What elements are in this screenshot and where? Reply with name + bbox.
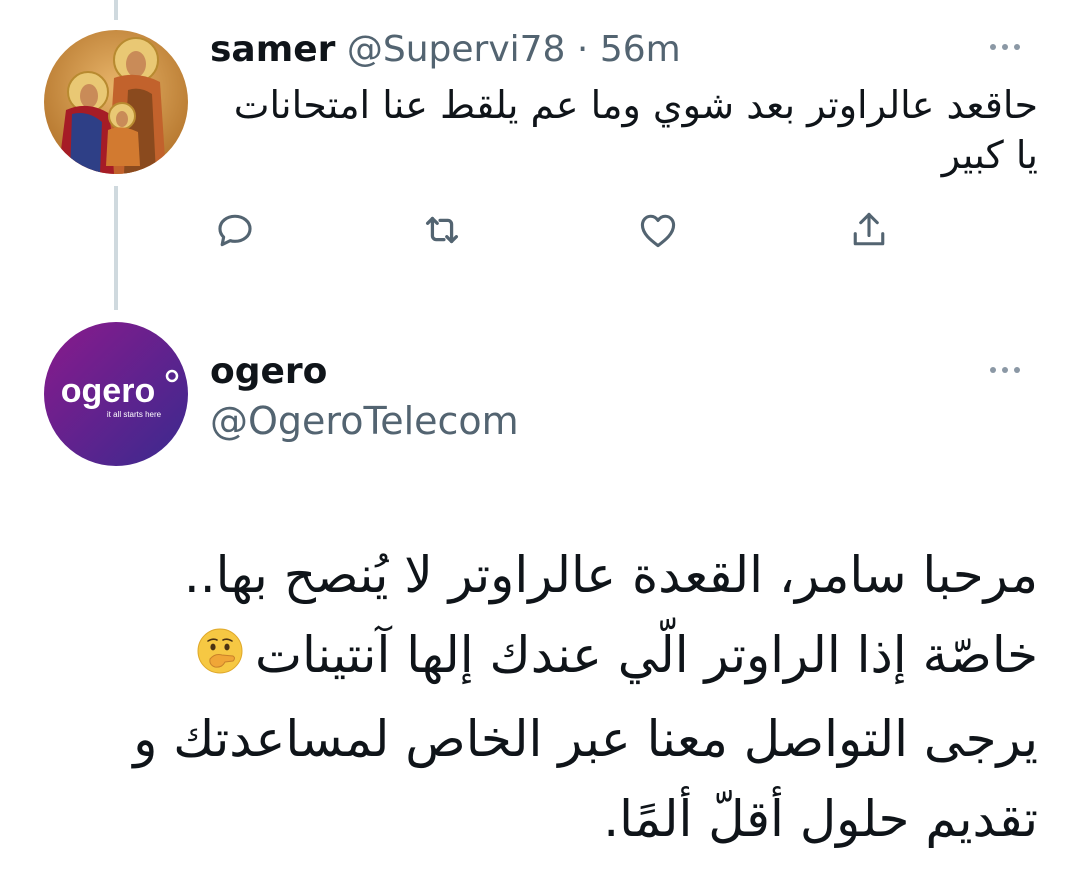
share-icon [853,212,885,246]
ogero-logo-tagline: it all starts here [107,410,162,419]
more-dot [1002,367,1008,373]
tweet2-handle[interactable]: @OgeroTelecom [210,398,519,444]
tweet2-author-name[interactable]: ogero [210,350,327,394]
face-with-hand-over-mouth-icon [195,619,245,699]
retweet-icon [425,216,459,244]
tweet1-time[interactable]: 56m [600,29,681,70]
ogero-avatar[interactable]: ogero it all starts here [44,322,188,466]
ogero-logo-icon: ogero it all starts here [44,322,188,466]
retweet-button[interactable] [417,205,467,255]
share-button[interactable] [844,205,894,255]
like-button[interactable] [633,205,683,255]
tweet1-text-line: يا كبير [941,133,1038,177]
reply-button[interactable] [210,205,260,255]
tweet2-text-line: مرحبا سامر، القعدة عالراوتر لا يُنصح بها… [183,546,1038,604]
tweet2-text: مرحبا سامر، القعدة عالراوتر لا يُنصح بها… [40,535,1038,859]
heart-icon [640,214,676,248]
samer-avatar[interactable] [44,30,188,174]
tweet2-text-line: يرجى التواصل معنا عبر الخاص لمساعدتك و [133,709,1038,768]
tweet1-text: حاقعد عالراوتر بعد شوي وما عم يلقط عنا ا… [210,80,1038,180]
tweet1-text-line: حاقعد عالراوتر بعد شوي وما عم يلقط عنا ا… [233,83,1038,127]
reply-icon [218,214,252,247]
more-dot [1014,44,1020,50]
tweet1-header: samer @Supervi78 · 56m [210,28,681,72]
tweet1-author-name[interactable]: samer [210,29,335,70]
more-dot [1002,44,1008,50]
tweet2-text-line: تقديم حلول أقلّ ألمًا. [603,789,1038,848]
tweet2-text-line-with-emoji: خاصّة إذا الراوتر الّي عندك إلها آنتينات [40,615,1038,699]
tweet1-more-button[interactable] [990,44,1020,50]
more-dot [990,367,996,373]
more-dot [1014,367,1020,373]
more-dot [990,44,996,50]
thread-top-stub [114,0,118,20]
tweet1-handle[interactable]: @Supervi78 [347,29,566,70]
holy-family-icon [44,30,188,174]
ogero-logo-text: ogero [61,372,155,410]
tweet1-separator: · [576,29,589,70]
tweet1-action-bar [0,205,1080,255]
tweet2-text-line: خاصّة إذا الراوتر الّي عندك إلها آنتينات [254,626,1038,684]
tweet2-more-button[interactable] [990,367,1020,373]
